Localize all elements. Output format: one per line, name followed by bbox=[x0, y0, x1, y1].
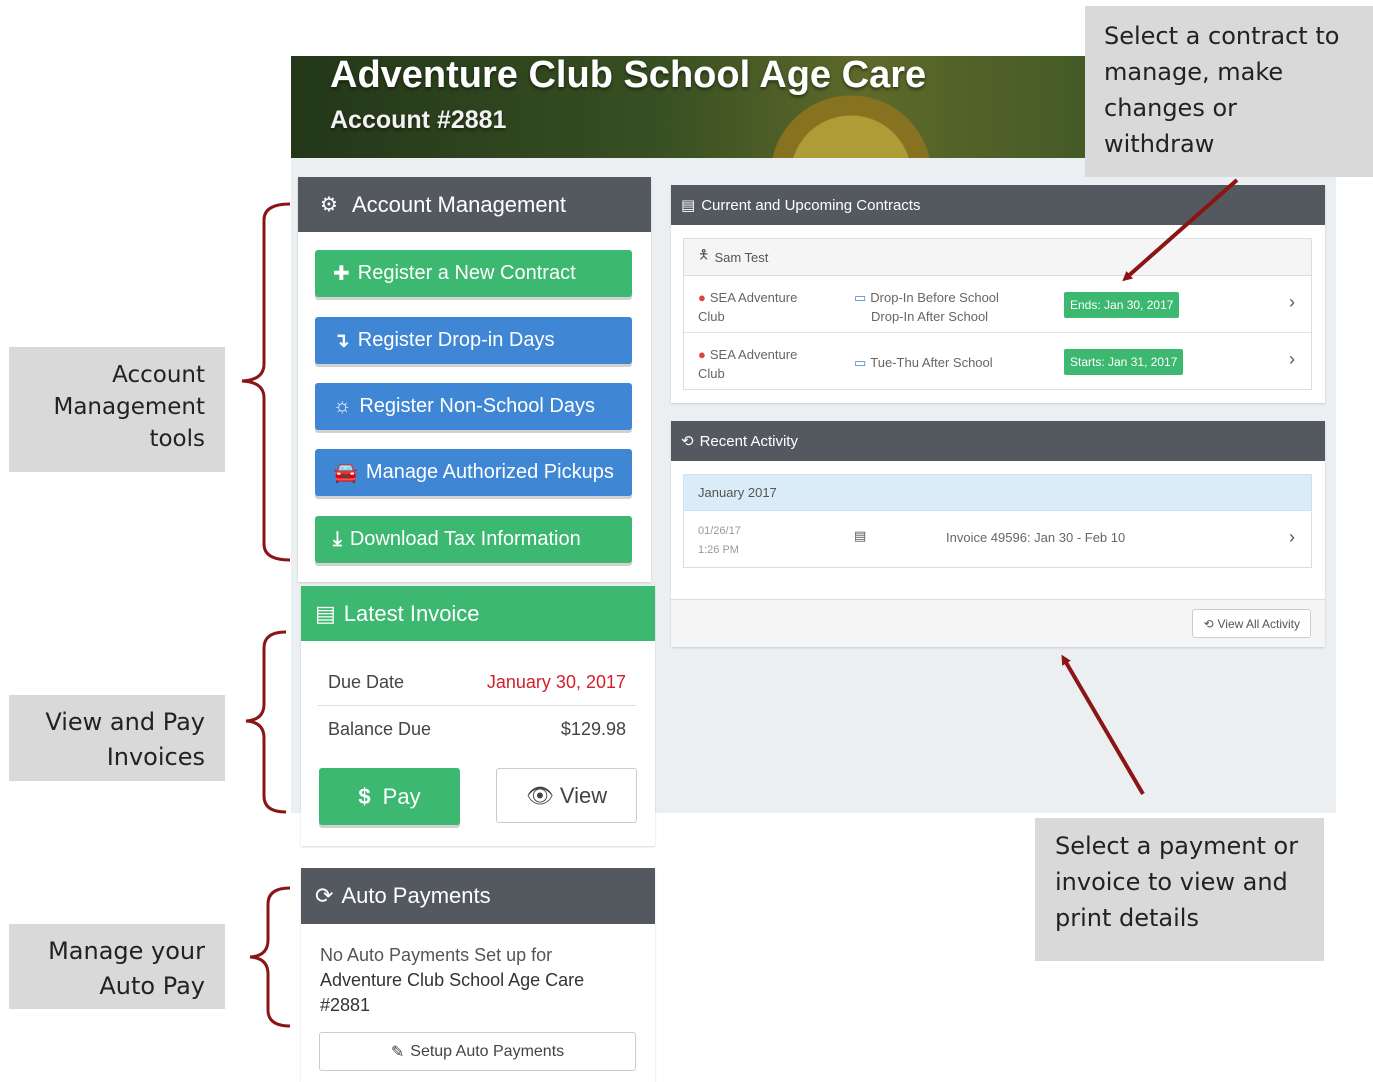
account-management-title: Account Management bbox=[351, 191, 566, 217]
chevron-right-icon[interactable]: › bbox=[1289, 527, 1295, 548]
arrow-down-icon: ↴ bbox=[333, 330, 350, 352]
contract-row[interactable]: ● SEA Adventure Club ▭ Tue-Thu After Schoo… bbox=[684, 333, 1311, 390]
history-icon: ⟲ bbox=[1203, 616, 1214, 631]
recent-activity-title: Recent Activity bbox=[699, 432, 798, 450]
annotation-select-payment: Select a payment or invoice to view and … bbox=[1035, 818, 1324, 961]
chevron-right-icon[interactable]: › bbox=[1289, 292, 1295, 313]
download-tax-information-button[interactable]: ⤓ Download Tax Information bbox=[315, 516, 632, 563]
setup-auto-payments-button[interactable]: ✎ Setup Auto Payments bbox=[319, 1032, 636, 1071]
recent-activity-header: ⟲ Recent Activity bbox=[671, 421, 1325, 461]
status-badge: Ends: Jan 30, 2017 bbox=[1064, 292, 1180, 318]
balance-due-value: $129.98 bbox=[560, 718, 626, 739]
contract-location: ● SEA Adventure Club bbox=[698, 347, 798, 381]
plus-icon: ✚ bbox=[333, 263, 350, 285]
bracket-auto-pay bbox=[249, 886, 291, 1028]
eye-icon: 👁 bbox=[525, 782, 554, 808]
register-new-contract-button[interactable]: ✚ Register a New Contract bbox=[315, 250, 632, 297]
manage-authorized-pickups-button[interactable]: 🚘 Manage Authorized Pickups bbox=[315, 449, 632, 496]
calendar-icon: ▭ bbox=[854, 290, 867, 305]
due-date-value: January 30, 2017 bbox=[486, 672, 626, 692]
view-all-activity-button[interactable]: ⟲ View All Activity bbox=[1192, 609, 1311, 638]
register-drop-in-days-button[interactable]: ↴ Register Drop-in Days bbox=[315, 317, 632, 364]
contract-location: ● SEA Adventure Club bbox=[698, 290, 798, 324]
contracts-panel: ▤ Current and Upcoming Contracts 🯅 Sam T… bbox=[671, 185, 1325, 403]
page-title: Adventure Club School Age Care bbox=[330, 54, 927, 96]
latest-invoice-header: ▤ Latest Invoice bbox=[301, 586, 655, 641]
annotation-account-tools: Account Management tools bbox=[9, 347, 225, 472]
sun-icon: ☼ bbox=[333, 395, 352, 417]
auto-payments-header: ⟳ Auto Payments bbox=[301, 868, 655, 924]
invoice-doc-icon: ▤ bbox=[854, 528, 867, 543]
annotation-auto-pay: Manage your Auto Pay bbox=[9, 924, 225, 1009]
due-date-row: Due Date January 30, 2017 bbox=[318, 660, 636, 706]
child-icon: 🯅 bbox=[698, 247, 710, 262]
account-management-header: ⚙ Account Management bbox=[298, 177, 651, 232]
register-non-school-days-button[interactable]: ☼ Register Non-School Days bbox=[315, 383, 632, 430]
annotation-select-contract: Select a contract to manage, make change… bbox=[1085, 6, 1373, 177]
bracket-account-tools bbox=[241, 202, 291, 562]
document-icon: ▤ bbox=[681, 197, 696, 214]
pencil-icon: ✎ bbox=[390, 1043, 405, 1061]
child-name-row: 🯅 Sam Test bbox=[684, 239, 1311, 276]
history-icon: ⟲ bbox=[681, 433, 694, 450]
contract-programs: ▭ Tue-Thu After School bbox=[854, 355, 993, 370]
activity-row[interactable]: 01/26/17 1:26 PM ▤ Invoice 49596: Jan 30… bbox=[683, 511, 1312, 568]
activity-description: Invoice 49596: Jan 30 - Feb 10 bbox=[946, 530, 1126, 545]
car-icon: 🚘 bbox=[333, 462, 358, 484]
refresh-icon: ⟳ bbox=[315, 883, 334, 908]
map-pin-icon: ● bbox=[698, 290, 706, 305]
contracts-title: Current and Upcoming Contracts bbox=[701, 196, 921, 214]
annotation-view-pay: View and Pay Invoices bbox=[9, 695, 225, 781]
contracts-list: 🯅 Sam Test ● SEA Adventure Club ▭ Drop-In … bbox=[683, 238, 1312, 390]
chevron-right-icon[interactable]: › bbox=[1289, 349, 1295, 370]
activity-month-header: January 2017 bbox=[683, 474, 1312, 511]
status-badge: Starts: Jan 31, 2017 bbox=[1064, 349, 1184, 375]
bracket-view-pay bbox=[245, 630, 287, 814]
auto-payments-title: Auto Payments bbox=[341, 883, 491, 908]
calendar-icon: ▭ bbox=[854, 355, 867, 370]
balance-due-row: Balance Due $129.98 bbox=[318, 706, 636, 752]
map-pin-icon: ● bbox=[698, 347, 706, 362]
latest-invoice-title: Latest Invoice bbox=[343, 600, 480, 626]
contract-programs: ▭ Drop-In Before School Drop-In After Sch… bbox=[854, 290, 999, 324]
view-invoice-button[interactable]: 👁 View bbox=[496, 768, 637, 823]
pay-button[interactable]: $ Pay bbox=[319, 768, 460, 825]
dollar-icon: $ bbox=[358, 783, 371, 809]
contract-row[interactable]: ● SEA Adventure Club ▭ Drop-In Before Scho… bbox=[684, 276, 1311, 333]
auto-payments-message: No Auto Payments Set up for Adventure Cl… bbox=[320, 945, 585, 1015]
balance-due-label: Balance Due bbox=[328, 718, 432, 739]
auto-payments-panel: ⟳ Auto Payments No Auto Payments Set up … bbox=[301, 868, 655, 1082]
activity-timestamp: 01/26/17 1:26 PM bbox=[698, 525, 741, 556]
account-management-panel: ⚙ Account Management ✚ Register a New Co… bbox=[298, 177, 651, 582]
latest-invoice-panel: ▤ Latest Invoice Due Date January 30, 20… bbox=[301, 586, 655, 846]
due-date-label: Due Date bbox=[328, 672, 405, 692]
recent-activity-panel: ⟲ Recent Activity January 2017 01/26/17 … bbox=[671, 421, 1325, 647]
contracts-header: ▤ Current and Upcoming Contracts bbox=[671, 185, 1325, 225]
account-number: Account #2881 bbox=[330, 106, 507, 134]
gear-icon: ⚙ bbox=[320, 194, 338, 216]
document-icon: ▤ bbox=[315, 600, 336, 626]
recent-activity-footer: ⟲ View All Activity bbox=[671, 599, 1325, 647]
download-icon: ⤓ bbox=[333, 528, 342, 550]
